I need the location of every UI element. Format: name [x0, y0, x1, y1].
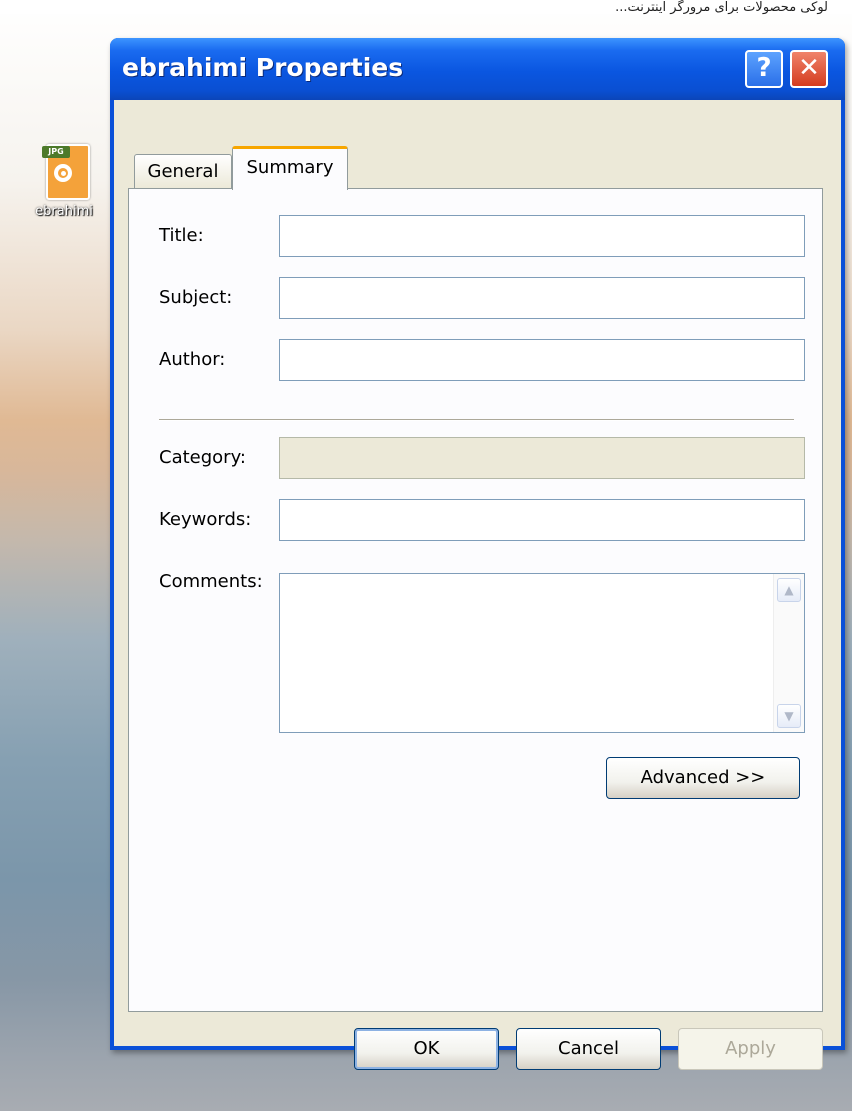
desktop-icon-ebrahimi[interactable]: JPG ebrahimi — [14, 140, 114, 219]
dialog-client-area: General Summary Title: Subject: Author: … — [114, 100, 841, 1070]
subject-field[interactable] — [279, 277, 805, 319]
desktop-icon-label: ebrahimi — [35, 204, 93, 219]
scroll-up-icon[interactable]: ▲ — [777, 578, 801, 602]
separator — [159, 419, 794, 421]
keywords-label: Keywords: — [159, 509, 252, 530]
tab-general[interactable]: General — [134, 154, 232, 188]
summary-panel: Title: Subject: Author: Category: Keywor… — [128, 188, 823, 1012]
jpg-badge: JPG — [42, 146, 70, 158]
ok-button[interactable]: OK — [354, 1028, 499, 1070]
top-strip: لوکی محصولات برای مرورگر اینترنت... — [0, 0, 852, 15]
top-caption: لوکی محصولات برای مرورگر اینترنت... — [615, 0, 828, 15]
title-label: Title: — [159, 225, 204, 246]
category-label: Category: — [159, 447, 246, 468]
category-field — [279, 437, 805, 479]
author-field[interactable] — [279, 339, 805, 381]
comments-scrollbar[interactable]: ▲ ▼ — [773, 574, 804, 732]
tab-summary[interactable]: Summary — [232, 146, 348, 190]
cancel-button[interactable]: Cancel — [516, 1028, 661, 1070]
scroll-down-icon[interactable]: ▼ — [777, 704, 801, 728]
properties-dialog: ebrahimi Properties ? ✕ General Summary … — [110, 38, 845, 1070]
jpg-file-icon: JPG — [38, 140, 90, 200]
apply-button[interactable]: Apply — [678, 1028, 823, 1070]
advanced-button[interactable]: Advanced >> — [606, 757, 800, 799]
author-label: Author: — [159, 349, 226, 370]
title-bar[interactable]: ebrahimi Properties ? ✕ — [110, 38, 845, 100]
subject-label: Subject: — [159, 287, 233, 308]
title-field[interactable] — [279, 215, 805, 257]
window-title: ebrahimi Properties — [122, 53, 404, 82]
close-icon[interactable]: ✕ — [790, 50, 828, 88]
comments-label: Comments: — [159, 571, 263, 592]
comments-textarea[interactable]: ▲ ▼ — [279, 573, 805, 733]
keywords-field[interactable] — [279, 499, 805, 541]
help-icon[interactable]: ? — [745, 50, 783, 88]
